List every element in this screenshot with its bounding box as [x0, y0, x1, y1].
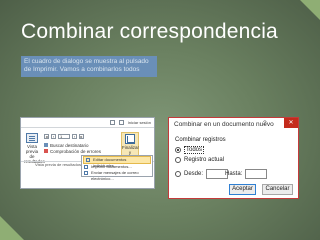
- sign-in-link[interactable]: Iniciar sesión: [128, 120, 151, 125]
- radio-registro-actual-indicator[interactable]: [175, 157, 181, 163]
- record-number-field[interactable]: 1: [58, 134, 70, 139]
- first-record-icon[interactable]: ◂: [44, 134, 49, 139]
- hasta-field[interactable]: [245, 169, 268, 179]
- merge-dialog: Combinar en un documento nuevo ? ✕ Combi…: [168, 117, 299, 199]
- next-record-icon[interactable]: ›: [72, 134, 77, 139]
- last-record-icon[interactable]: ▸: [79, 134, 84, 139]
- menu-item-enviar-correos[interactable]: Enviar mensajes de correo electrónico...: [82, 170, 152, 181]
- corner-decoration-top-right: [300, 0, 320, 20]
- edit-documents-icon: [86, 158, 90, 162]
- comprobacion-errores-button[interactable]: Comprobación de errores: [44, 148, 101, 154]
- ribbon-screenshot: Iniciar sesión Vista previa de resultado…: [20, 117, 155, 189]
- record-navigation: ◂ ‹ 1 › ▸: [44, 134, 84, 139]
- menu-item-label: Imprimir documentos...: [91, 164, 132, 169]
- find-recipient-icon: [44, 143, 48, 147]
- ribbon-restore-icon[interactable]: [109, 120, 115, 125]
- group-label: Combinar registros: [175, 137, 226, 143]
- vista-previa-button[interactable]: Vista previa de resultados: [24, 133, 45, 164]
- finish-merge-icon: [125, 134, 135, 144]
- radio-registro-actual[interactable]: Registro actual: [175, 157, 224, 163]
- hasta-row: Hasta:: [225, 169, 268, 179]
- ribbon-small-commands: Buscar destinatario Comprobación de erro…: [44, 142, 101, 154]
- close-icon[interactable]: ✕: [284, 118, 298, 128]
- radio-todos[interactable]: Todos: [175, 146, 205, 154]
- finalizar-dropdown-menu: Editar documentos individuales... Imprim…: [81, 155, 153, 181]
- radio-desde-indicator[interactable]: [175, 171, 181, 177]
- radio-todos-label: Todos: [184, 146, 205, 154]
- preview-icon: [26, 133, 38, 143]
- slide: Combinar correspondencia El cuadro de di…: [0, 0, 320, 240]
- radio-todos-indicator[interactable]: [175, 147, 181, 153]
- ribbon-minimize-icon[interactable]: [118, 120, 124, 125]
- desde-label: Desde:: [184, 171, 204, 177]
- check-errors-icon: [44, 149, 48, 153]
- slide-title: Combinar correspondencia: [21, 20, 278, 43]
- help-icon[interactable]: ?: [263, 120, 267, 127]
- slide-caption: El cuadro de dialogo se muestra al pulsa…: [21, 56, 157, 77]
- hasta-label: Hasta:: [225, 171, 243, 177]
- accept-button[interactable]: Aceptar: [229, 184, 256, 195]
- prev-record-icon[interactable]: ‹: [51, 134, 56, 139]
- cancel-button[interactable]: Cancelar: [262, 184, 293, 195]
- comprobacion-errores-label: Comprobación de errores: [50, 148, 102, 154]
- email-icon: [84, 171, 88, 175]
- radio-desde[interactable]: Desde:: [175, 169, 229, 179]
- dialog-title: Combinar en un documento nuevo: [174, 121, 274, 128]
- corner-decoration-bottom-left: [0, 216, 24, 240]
- ribbon-top-bar: Iniciar sesión: [21, 118, 154, 128]
- buscar-destinatario-label: Buscar destinatario: [50, 142, 89, 148]
- radio-registro-actual-label: Registro actual: [184, 157, 225, 163]
- menu-item-editar-documentos[interactable]: Editar documentos individuales...: [83, 156, 151, 168]
- print-icon: [84, 165, 88, 169]
